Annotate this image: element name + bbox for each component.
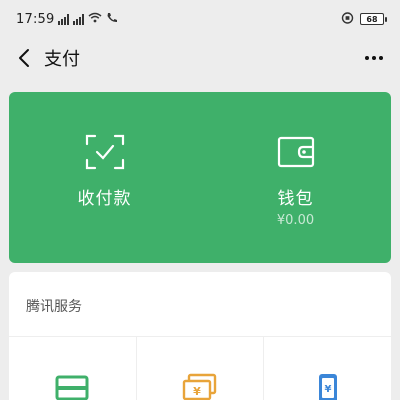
back-button[interactable] xyxy=(12,46,36,70)
receive-pay-label: 收付款 xyxy=(77,189,132,209)
status-time: 17:59 xyxy=(16,11,55,27)
status-right: 68 xyxy=(341,11,387,28)
service-item-card[interactable] xyxy=(9,337,137,400)
svg-text:¥: ¥ xyxy=(324,384,331,395)
service-item-cash[interactable]: ¥ xyxy=(137,337,265,400)
wallet-button[interactable]: 钱包 ¥0.00 xyxy=(200,92,391,263)
status-left: 17:59 xyxy=(16,12,118,27)
receive-pay-button[interactable]: 收付款 xyxy=(9,92,200,263)
battery-level: 68 xyxy=(366,14,378,24)
more-dots-icon xyxy=(365,56,369,60)
services-title: 腾讯服务 xyxy=(9,272,391,337)
nav-bar: 支付 xyxy=(0,38,400,78)
svg-text:¥: ¥ xyxy=(193,385,201,398)
service-item-recharge[interactable]: ¥ xyxy=(264,337,391,400)
wallet-balance: ¥0.00 xyxy=(276,213,315,228)
cash-stack-icon: ¥ xyxy=(182,373,217,400)
credit-card-icon xyxy=(55,375,89,400)
signal-icon xyxy=(73,13,85,25)
services-grid: ¥ ¥ xyxy=(9,337,391,400)
alarm-icon xyxy=(341,11,354,28)
call-icon xyxy=(106,12,118,27)
signal-icon xyxy=(58,13,70,25)
wifi-icon xyxy=(88,12,102,27)
pay-card: 收付款 钱包 ¥0.00 xyxy=(9,92,391,263)
wallet-label: 钱包 xyxy=(277,189,314,209)
scan-check-icon xyxy=(85,134,125,170)
page-title: 支付 xyxy=(44,49,80,70)
wallet-icon xyxy=(276,134,316,170)
more-button[interactable] xyxy=(360,46,388,70)
services-card: 腾讯服务 ¥ ¥ xyxy=(9,272,391,400)
battery-icon: 68 xyxy=(360,13,387,25)
mobile-recharge-icon: ¥ xyxy=(318,374,337,400)
status-bar: 17:59 68 xyxy=(0,0,400,38)
chevron-left-icon xyxy=(19,49,29,67)
